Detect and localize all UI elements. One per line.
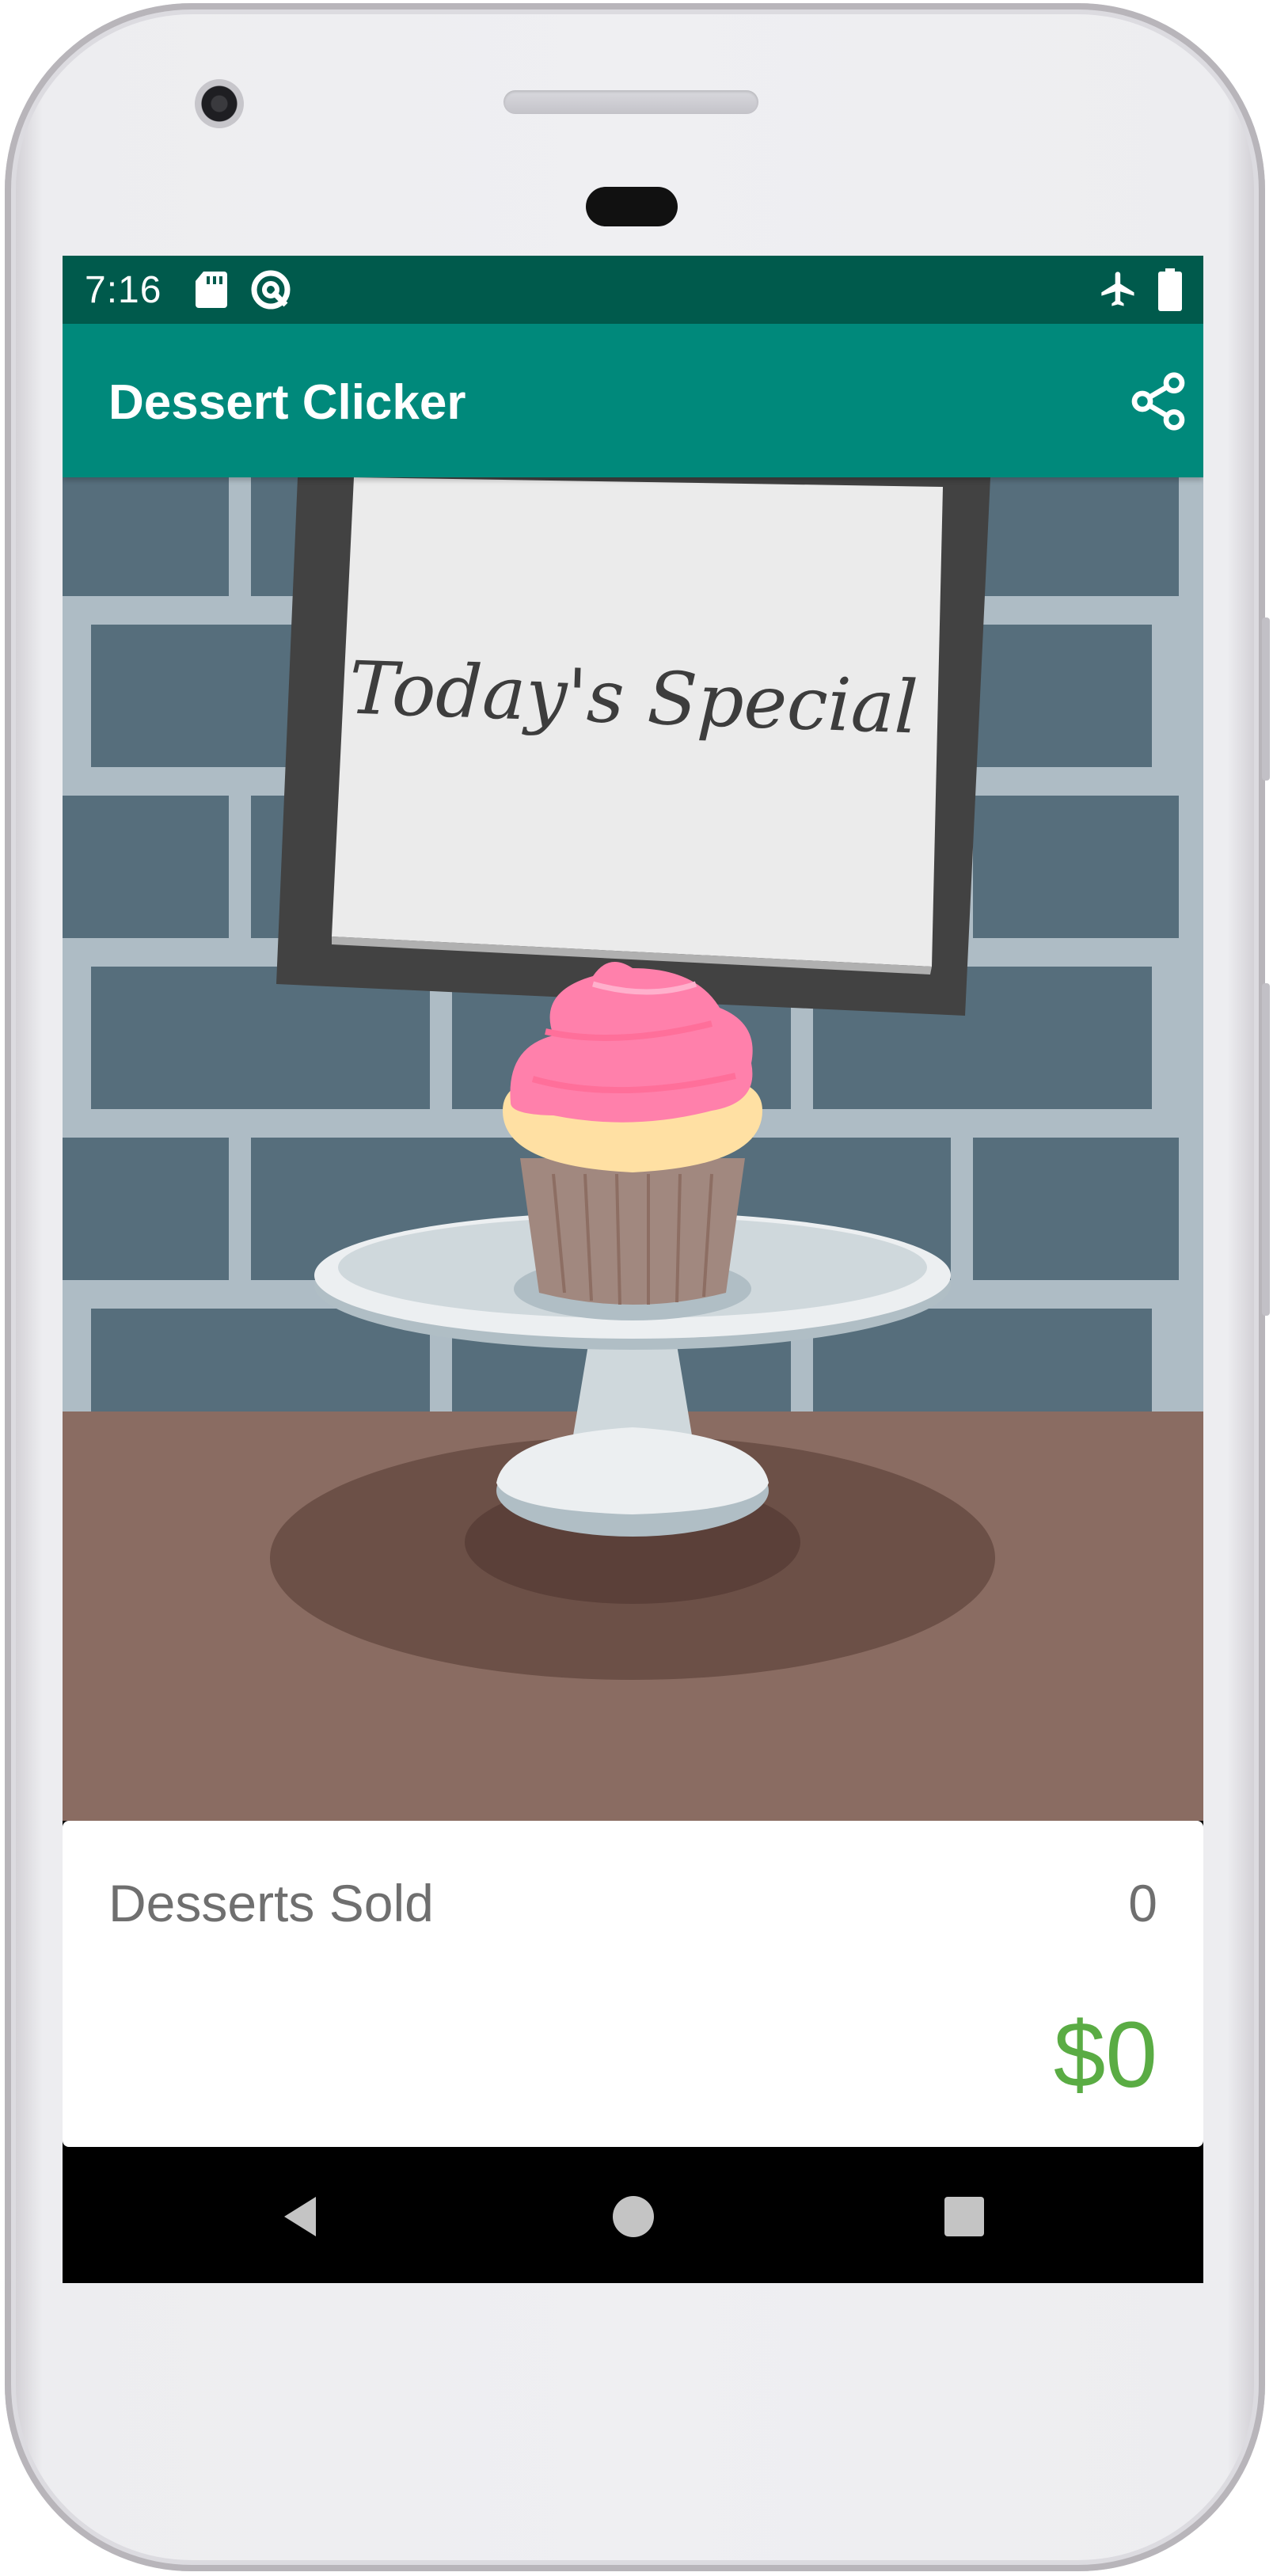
volume-button bbox=[1262, 617, 1270, 781]
data-saver-icon bbox=[251, 270, 291, 310]
dessert-scene: Today's Special bbox=[63, 477, 1203, 1821]
sales-card: Desserts Sold 0 $0 bbox=[63, 1821, 1203, 2147]
front-camera bbox=[195, 79, 244, 128]
navigation-bar bbox=[63, 2149, 1203, 2283]
airplane-mode-icon bbox=[1101, 272, 1134, 306]
app-bar: Dessert Clicker bbox=[63, 324, 1203, 477]
desserts-sold-count: 0 bbox=[1128, 1874, 1157, 1932]
status-bar: 7:16 bbox=[63, 256, 1203, 324]
battery-icon bbox=[1158, 268, 1182, 311]
desserts-sold-label: Desserts Sold bbox=[108, 1874, 434, 1932]
earpiece-speaker bbox=[504, 90, 758, 114]
revenue-amount: $0 bbox=[1053, 2003, 1157, 2107]
home-icon[interactable] bbox=[606, 2189, 661, 2244]
status-time: 7:16 bbox=[85, 269, 162, 311]
power-button bbox=[1262, 983, 1270, 1316]
screen: 7:16 Dessert Clicker Today's Special Des… bbox=[63, 256, 1203, 2283]
proximity-sensor bbox=[586, 187, 678, 226]
back-icon[interactable] bbox=[275, 2189, 330, 2244]
recents-icon[interactable] bbox=[937, 2189, 992, 2244]
app-title: Dessert Clicker bbox=[108, 375, 466, 430]
share-icon[interactable] bbox=[1127, 370, 1190, 433]
sd-card-icon bbox=[196, 272, 227, 308]
sign-board: Today's Special bbox=[276, 477, 990, 1016]
